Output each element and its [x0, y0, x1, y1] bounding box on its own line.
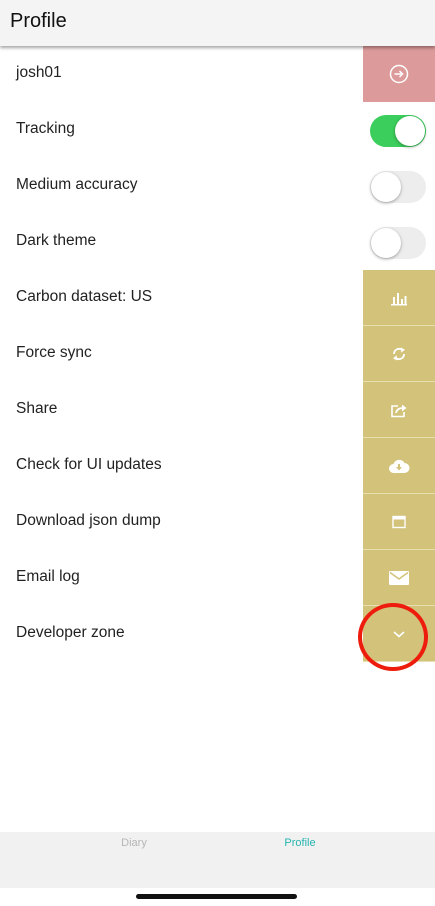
row-tracking: Tracking: [0, 102, 435, 158]
app-header: Profile: [0, 0, 435, 46]
row-carbon-dataset: Carbon dataset: US: [0, 270, 435, 326]
calendar-icon: [391, 514, 407, 530]
row-username: josh01: [0, 46, 435, 102]
carbon-dataset-label: Carbon dataset: US: [16, 288, 153, 305]
row-json-dump: Download json dump: [0, 494, 435, 550]
row-ui-updates: Check for UI updates: [0, 438, 435, 494]
row-force-sync: Force sync: [0, 326, 435, 382]
dark-theme-toggle[interactable]: [370, 227, 426, 259]
tab-diary[interactable]: Diary: [84, 837, 184, 849]
force-sync-button[interactable]: [363, 326, 435, 382]
toggle-knob: [371, 228, 401, 258]
json-dump-label: Download json dump: [16, 512, 161, 529]
row-medium-accuracy: Medium accuracy: [0, 158, 435, 214]
logout-button[interactable]: [363, 46, 435, 102]
bottom-tab-bar: Diary Profile: [0, 832, 435, 888]
cloud-download-icon: [388, 458, 410, 474]
force-sync-label: Force sync: [16, 344, 92, 361]
row-developer-zone: Developer zone: [0, 606, 435, 662]
page-title: Profile: [10, 10, 67, 32]
developer-zone-expand-button[interactable]: [363, 606, 435, 662]
sync-icon: [390, 345, 408, 363]
share-label: Share: [16, 400, 58, 417]
row-email-log: Email log: [0, 550, 435, 606]
share-icon: [390, 402, 408, 418]
logout-icon: [389, 64, 409, 84]
app-screen: Profile josh01 Tracking Medium accuracy …: [0, 0, 435, 906]
medium-accuracy-toggle[interactable]: [370, 171, 426, 203]
carbon-dataset-button[interactable]: [363, 270, 435, 326]
email-log-button[interactable]: [363, 550, 435, 606]
medium-accuracy-label: Medium accuracy: [16, 176, 138, 193]
profile-settings-list: josh01 Tracking Medium accuracy Dark the…: [0, 46, 435, 662]
tab-profile[interactable]: Profile: [250, 837, 350, 849]
username-label: josh01: [16, 64, 62, 81]
home-indicator[interactable]: [136, 894, 297, 899]
row-dark-theme: Dark theme: [0, 214, 435, 270]
toggle-knob: [371, 172, 401, 202]
tracking-toggle[interactable]: [370, 115, 426, 147]
dark-theme-label: Dark theme: [16, 232, 97, 249]
share-button[interactable]: [363, 382, 435, 438]
chevron-down-icon: [392, 629, 406, 639]
ui-updates-label: Check for UI updates: [16, 456, 162, 473]
bar-chart-icon: [390, 290, 408, 306]
email-log-label: Email log: [16, 568, 80, 585]
check-ui-updates-button[interactable]: [363, 438, 435, 494]
download-json-dump-button[interactable]: [363, 494, 435, 550]
system-home-area: [0, 888, 435, 906]
toggle-knob: [395, 116, 425, 146]
tracking-label: Tracking: [16, 120, 75, 137]
mail-icon: [388, 570, 410, 586]
row-share: Share: [0, 382, 435, 438]
developer-zone-label: Developer zone: [16, 624, 125, 641]
